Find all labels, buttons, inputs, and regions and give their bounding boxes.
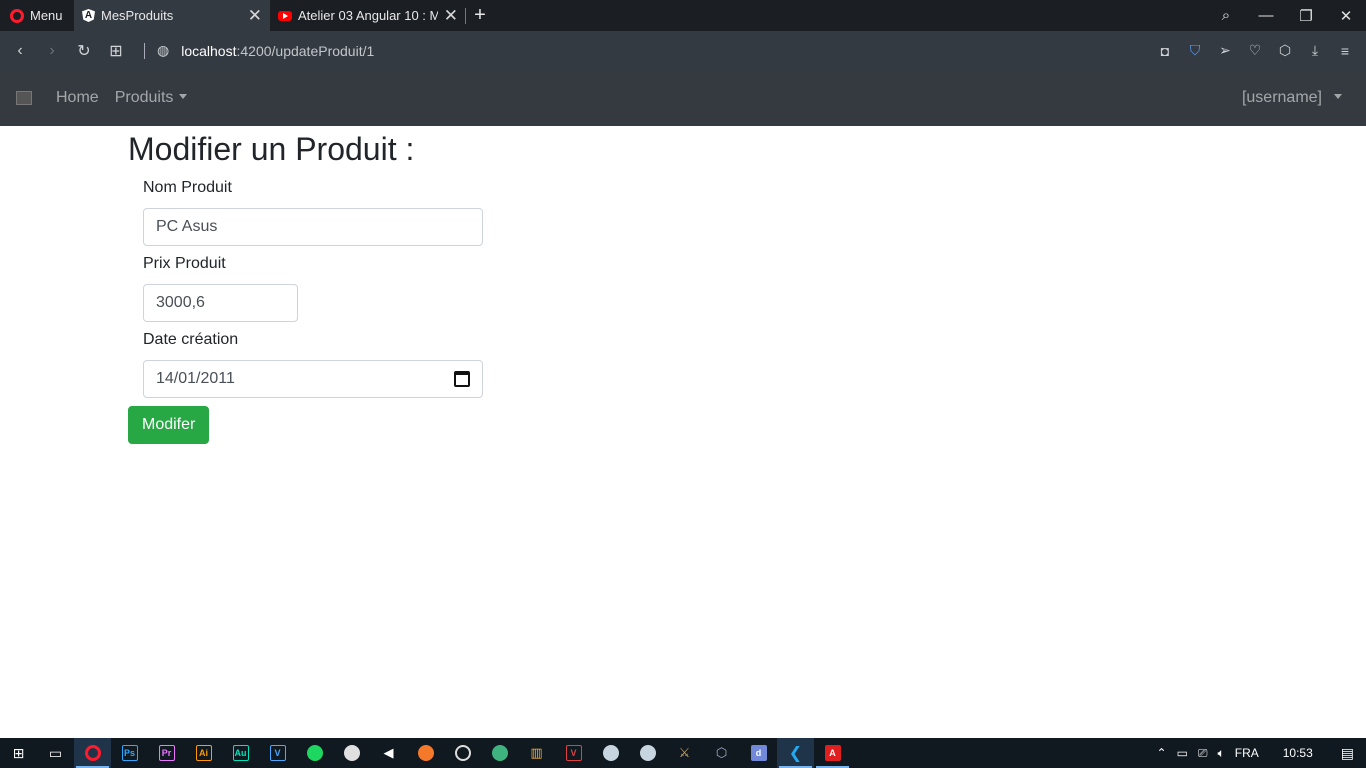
windows-taskbar: ⊞ ▭ Ps Pr Ai Au V ◀ ▥ V ⚔ ⬡ d ❮ A ⌃ ▭ ⎚ … <box>0 738 1366 768</box>
taskbar-photoshop-icon[interactable]: Ps <box>111 738 148 768</box>
app-navbar: Home Produits [username] <box>0 70 1366 126</box>
taskbar-audio-app-icon[interactable]: ◀ <box>370 738 407 768</box>
chevron-up-icon[interactable]: ⌃ <box>1157 746 1167 760</box>
opera-menu-label: Menu <box>30 8 63 23</box>
taskbar-acrobat-icon[interactable]: A <box>814 738 851 768</box>
taskbar-vscode-icon[interactable]: ❮ <box>777 738 814 768</box>
window-controls: ⌕ — ❐ ✕ <box>1206 0 1366 31</box>
taskbar-blender-icon[interactable] <box>407 738 444 768</box>
prix-produit-label: Prix Produit <box>143 255 226 272</box>
taskbar-league-icon[interactable]: ⚔ <box>666 738 703 768</box>
search-tabs-icon[interactable]: ⌕ <box>1206 7 1246 24</box>
address-bar: ‹ › ↻ ⊞ ◍ localhost:4200/updateProduit/1… <box>0 31 1366 70</box>
url-path: :4200/updateProduit/1 <box>236 42 375 59</box>
heart-icon[interactable]: ♡ <box>1242 42 1268 59</box>
speed-dial-icon[interactable]: ⊞ <box>100 41 132 61</box>
tab-atelier-angular[interactable]: Atelier 03 Angular 10 : Mod ✕ <box>270 0 466 31</box>
modifier-submit-button[interactable]: Modifer <box>128 406 210 444</box>
tab-title: MesProduits <box>101 8 174 23</box>
date-creation-label: Date création <box>143 331 239 348</box>
taskbar-obs-icon[interactable] <box>444 738 481 768</box>
prix-produit-input[interactable]: 3000,6 <box>143 284 298 322</box>
forward-icon[interactable]: › <box>36 42 68 60</box>
shield-icon[interactable]: ⛉ <box>1182 42 1208 59</box>
battery-icon[interactable]: ▭ <box>1177 746 1188 760</box>
reload-icon[interactable]: ↻ <box>68 41 100 61</box>
taskbar-virtualbox-icon[interactable]: ⬡ <box>703 738 740 768</box>
minimize-icon[interactable]: — <box>1246 7 1286 24</box>
close-window-icon[interactable]: ✕ <box>1326 7 1366 25</box>
nav-produits-label: Produits <box>114 89 174 106</box>
update-product-form: Modifier un Produit : Nom Produit PC Asu… <box>128 126 483 444</box>
address-separator <box>144 42 145 59</box>
address-bar-actions: ◘ ⛉ ➢ ♡ ⬡ ⤓ ≡ <box>1152 42 1366 59</box>
date-creation-value: 14/01/2011 <box>156 370 235 387</box>
date-creation-input[interactable]: 14/01/2011 <box>143 360 483 398</box>
taskbar-illustrator-icon[interactable]: Ai <box>185 738 222 768</box>
opera-logo-icon <box>10 8 24 23</box>
brand-logo-broken-image[interactable] <box>16 91 32 105</box>
system-tray: ⌃ ▭ ⎚ 🔈︎ FRA 10:53 ▤ <box>1157 745 1366 762</box>
windows-start-icon[interactable]: ⊞ <box>0 738 37 768</box>
back-icon[interactable]: ‹ <box>4 42 36 60</box>
tab-title: Atelier 03 Angular 10 : Mod <box>298 8 438 23</box>
send-icon[interactable]: ➢ <box>1212 42 1238 59</box>
chevron-down-icon <box>179 94 188 99</box>
clock[interactable]: 10:53 <box>1283 746 1313 760</box>
nom-produit-value: PC Asus <box>156 218 218 235</box>
taskbar-steam-2-icon[interactable] <box>629 738 666 768</box>
easy-setup-icon[interactable]: ≡ <box>1332 43 1358 59</box>
nav-produits-dropdown[interactable]: Produits <box>115 89 188 107</box>
taskbar-red-app-icon[interactable]: V <box>555 738 592 768</box>
restore-icon[interactable]: ❐ <box>1286 7 1326 25</box>
page-title: Modifier un Produit : <box>128 131 415 167</box>
new-tab-button[interactable]: + <box>466 0 494 31</box>
nom-produit-input[interactable]: PC Asus <box>143 208 483 246</box>
prix-produit-value: 3000,6 <box>156 294 205 311</box>
camera-icon[interactable]: ◘ <box>1152 43 1178 59</box>
taskbar-opera-icon[interactable] <box>74 738 111 768</box>
taskbar-spotify-icon[interactable] <box>296 738 333 768</box>
taskbar-green-app-icon[interactable] <box>481 738 518 768</box>
calendar-icon[interactable] <box>454 371 470 387</box>
nav-home-link[interactable]: Home <box>56 89 99 107</box>
taskbar-v-app-icon[interactable]: V <box>259 738 296 768</box>
nav-user-label: [username] <box>1241 89 1322 106</box>
tab-close-icon[interactable]: ✕ <box>444 7 458 24</box>
notification-center-icon[interactable]: ▤ <box>1341 745 1354 762</box>
youtube-favicon-icon <box>278 10 292 21</box>
box-icon[interactable]: ⬡ <box>1272 42 1298 59</box>
taskbar-library-icon[interactable]: ▥ <box>518 738 555 768</box>
nom-produit-label: Nom Produit <box>143 179 232 196</box>
nav-user-dropdown[interactable]: [username] <box>1242 89 1342 107</box>
taskbar-unreal-icon[interactable] <box>333 738 370 768</box>
globe-icon: ◍ <box>157 42 170 58</box>
language-indicator[interactable]: FRA <box>1235 746 1259 760</box>
taskbar-steam-icon[interactable] <box>592 738 629 768</box>
download-icon[interactable]: ⤓ <box>1302 42 1328 59</box>
url-host: localhost <box>181 42 237 59</box>
opera-menu-button[interactable]: Menu <box>0 0 74 31</box>
network-icon[interactable]: ⎚ <box>1198 746 1208 761</box>
taskbar-discord-icon[interactable]: d <box>740 738 777 768</box>
volume-icon[interactable]: 🔈︎ <box>1218 746 1225 761</box>
angular-favicon-icon: A <box>82 9 95 22</box>
taskbar-premiere-icon[interactable]: Pr <box>148 738 185 768</box>
browser-tab-strip: Menu A MesProduits ✕ Atelier 03 Angular … <box>0 0 1366 31</box>
url-field[interactable]: ◍ localhost:4200/updateProduit/1 <box>157 42 374 59</box>
tab-close-icon[interactable]: ✕ <box>248 7 262 24</box>
task-view-icon[interactable]: ▭ <box>37 738 74 768</box>
chevron-down-icon <box>1334 94 1342 99</box>
taskbar-audition-icon[interactable]: Au <box>222 738 259 768</box>
tab-mesproduits[interactable]: A MesProduits ✕ <box>74 0 270 31</box>
